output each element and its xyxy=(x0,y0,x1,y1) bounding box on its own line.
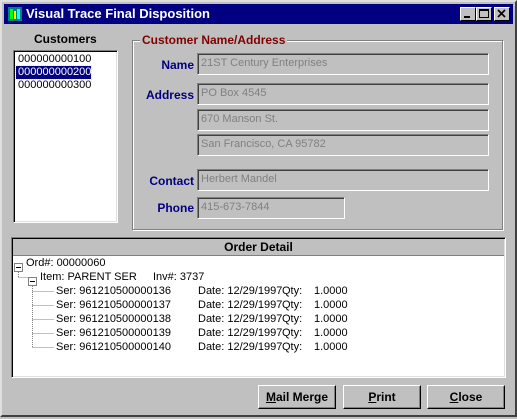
mail-merge-mnemonic: M xyxy=(265,390,276,404)
serial-number: Ser: 961210500000138 xyxy=(56,313,171,325)
serial-row[interactable]: Ser: 961210500000136 Date: 12/29/1997 Qt… xyxy=(56,285,356,298)
serial-number: Ser: 961210500000136 xyxy=(56,285,171,297)
print-label: rint xyxy=(376,390,396,404)
mail-merge-label: ail Merge xyxy=(275,390,329,404)
serial-qty: 1.0000 xyxy=(314,285,348,297)
serial-qty: 1.0000 xyxy=(314,299,348,311)
order-collapse-icon[interactable] xyxy=(14,259,23,272)
item-node[interactable]: Item: PARENT SER xyxy=(40,271,137,284)
item-collapse-icon[interactable] xyxy=(28,273,37,286)
serial-row[interactable]: Ser: 961210500000140 Date: 12/29/1997 Qt… xyxy=(56,341,356,354)
serial-qty: 1.0000 xyxy=(314,313,348,325)
order-node[interactable]: Ord#: 00000060 xyxy=(26,257,106,270)
serial-date: Date: 12/29/1997 xyxy=(198,327,283,339)
main-window: Visual Trace Final Disposition Customers… xyxy=(0,0,517,417)
serial-qty-label: Qty: xyxy=(282,341,303,353)
tree-lines xyxy=(18,270,54,348)
serial-number: Ser: 961210500000139 xyxy=(56,327,171,339)
serial-date: Date: 12/29/1997 xyxy=(198,299,283,311)
inv-number: Inv#: 3737 xyxy=(153,271,205,283)
serial-qty-label: Qty: xyxy=(282,285,303,297)
close-label: lose xyxy=(458,390,483,404)
serial-qty-label: Qty: xyxy=(282,299,303,311)
serial-qty-label: Qty: xyxy=(282,327,303,339)
close-dialog-button[interactable]: Close xyxy=(427,385,505,409)
serial-row[interactable]: Ser: 961210500000137 Date: 12/29/1997 Qt… xyxy=(56,299,356,312)
print-button[interactable]: Print xyxy=(343,385,421,409)
serial-date: Date: 12/29/1997 xyxy=(198,285,283,297)
serial-number: Ser: 961210500000140 xyxy=(56,341,171,353)
serial-date: Date: 12/29/1997 xyxy=(198,341,283,353)
serial-number: Ser: 961210500000137 xyxy=(56,299,171,311)
serial-date: Date: 12/29/1997 xyxy=(198,313,283,325)
serial-row[interactable]: Ser: 961210500000139 Date: 12/29/1997 Qt… xyxy=(56,327,356,340)
serial-qty: 1.0000 xyxy=(314,327,348,339)
serial-qty-label: Qty: xyxy=(282,313,303,325)
serial-row[interactable]: Ser: 961210500000138 Date: 12/29/1997 Qt… xyxy=(56,313,356,326)
serial-qty: 1.0000 xyxy=(314,341,348,353)
mail-merge-button[interactable]: Mail Merge xyxy=(258,385,336,409)
